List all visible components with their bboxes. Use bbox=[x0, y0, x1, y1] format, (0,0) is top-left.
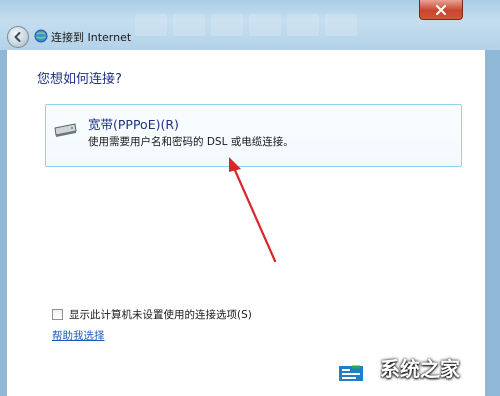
background-taskbar-strip bbox=[135, 14, 385, 36]
broadband-pppoe-option[interactable]: 宽带(PPPoE)(R) 使用需要用户名和密码的 DSL 或电缆连接。 bbox=[45, 104, 462, 167]
watermark-text: 系统之家 bbox=[380, 356, 460, 381]
modem-icon bbox=[54, 123, 77, 137]
close-button[interactable] bbox=[419, 0, 463, 20]
window-title: 连接到 Internet bbox=[51, 31, 132, 44]
window-titlebar: 连接到 Internet bbox=[0, 0, 500, 50]
back-arrow-icon bbox=[14, 32, 21, 42]
watermark: 系统之家 bbox=[328, 342, 498, 392]
help-me-choose-link[interactable]: 帮助我选择 bbox=[52, 328, 105, 343]
show-options-label[interactable]: 显示此计算机未设置使用的连接选项(S) bbox=[69, 307, 252, 322]
option-title: 宽带(PPPoE)(R) bbox=[88, 117, 179, 132]
page-title: 您想如何连接? bbox=[37, 72, 122, 87]
show-options-checkbox[interactable] bbox=[52, 309, 63, 320]
house-logo-icon bbox=[330, 350, 372, 383]
network-globe-icon bbox=[34, 29, 48, 43]
show-options-row[interactable]: 显示此计算机未设置使用的连接选项(S) bbox=[52, 307, 252, 322]
option-description: 使用需要用户名和密码的 DSL 或电缆连接。 bbox=[88, 136, 294, 148]
close-icon bbox=[436, 4, 446, 15]
back-button[interactable] bbox=[7, 26, 29, 48]
